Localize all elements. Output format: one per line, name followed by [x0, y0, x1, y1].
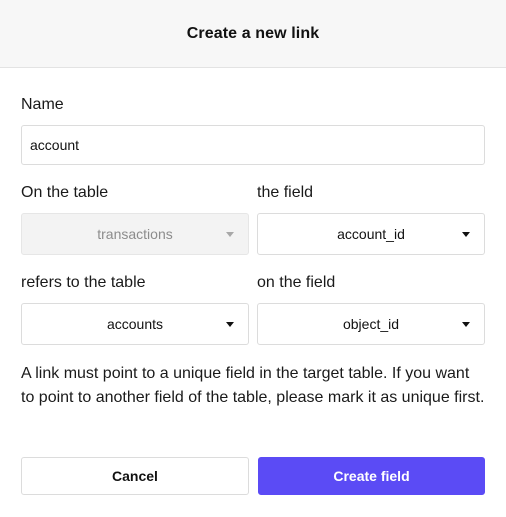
create-link-dialog: Create a new link Name On the table the …: [0, 0, 506, 517]
refers-to-table-label: refers to the table: [21, 274, 146, 291]
name-label: Name: [21, 96, 64, 113]
help-text: A link must point to a unique field in t…: [21, 365, 485, 406]
on-table-label: On the table: [21, 184, 109, 201]
on-field-label: on the field: [257, 274, 336, 291]
name-input[interactable]: [21, 125, 485, 165]
caret-down-icon: [462, 232, 470, 237]
cancel-button[interactable]: Cancel: [21, 457, 249, 495]
target-table-select[interactable]: accounts: [21, 303, 249, 345]
caret-down-icon: [226, 232, 234, 237]
the-field-label: the field: [257, 184, 314, 201]
target-table-value: accounts: [106, 316, 164, 332]
source-table-select: transactions: [21, 213, 249, 255]
target-field-select[interactable]: object_id: [257, 303, 485, 345]
source-table-value: transactions: [97, 226, 173, 242]
caret-down-icon: [462, 322, 470, 327]
dialog-title: Create a new link: [186, 24, 320, 42]
caret-down-icon: [226, 322, 234, 327]
create-field-button[interactable]: Create field: [258, 457, 485, 495]
source-field-value: account_id: [337, 226, 405, 242]
target-field-value: object_id: [342, 316, 400, 332]
source-field-select[interactable]: account_id: [257, 213, 485, 255]
dialog-header: Create a new link: [0, 0, 506, 68]
